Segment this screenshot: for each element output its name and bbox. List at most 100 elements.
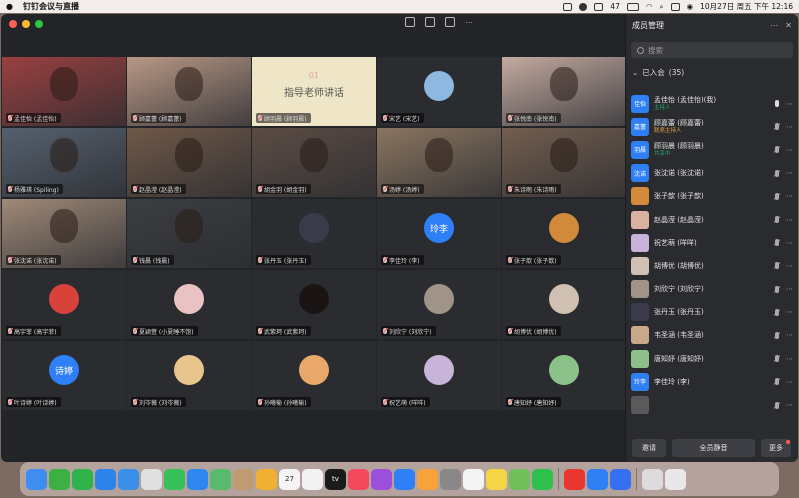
participant-tile[interactable]: 赵晶滢 (赵晶滢) — [127, 128, 251, 197]
member-row[interactable]: 张子歆 (张子歆) ⋯ — [626, 185, 798, 208]
control-icon[interactable] — [579, 2, 588, 11]
participant-tile[interactable]: 朱诗雨 (朱诗雨) — [502, 128, 626, 197]
app-menu-title[interactable]: 钉钉会议与直播 — [23, 1, 79, 12]
mic-muted-icon[interactable] — [775, 401, 779, 409]
more-options-icon[interactable]: ⋯ — [770, 21, 778, 30]
member-row[interactable]: 沈诺 张沈诺 (张沈诺) ⋯ — [626, 162, 798, 185]
screen-record-icon[interactable] — [563, 2, 573, 11]
mic-muted-icon[interactable] — [775, 331, 779, 339]
textedit-icon[interactable] — [463, 468, 484, 490]
member-row[interactable]: 羽晨 顾羽晨 (顾羽晨) 共享中 ⋯ — [626, 138, 798, 161]
member-row[interactable]: ⋯ — [626, 393, 798, 416]
calendar-icon[interactable]: 27 — [279, 468, 300, 490]
mic-muted-icon[interactable] — [775, 192, 779, 200]
member-row[interactable]: 嘉蕾 顾嘉蕾 (顾嘉蕾) 联席主持人 ⋯ — [626, 115, 798, 138]
member-more-icon[interactable]: ⋯ — [786, 192, 793, 200]
member-more-icon[interactable]: ⋯ — [786, 401, 793, 409]
member-more-icon[interactable]: ⋯ — [786, 146, 793, 154]
member-row[interactable]: 张丹玉 (张丹玉) ⋯ — [626, 301, 798, 324]
member-row[interactable]: 赵晶滢 (赵晶滢) ⋯ — [626, 208, 798, 231]
app-store-icon[interactable] — [187, 468, 208, 490]
participant-tile[interactable]: 唐知妤 (唐知妤) — [502, 341, 626, 410]
close-window-button[interactable] — [9, 20, 17, 28]
contacts-icon[interactable] — [233, 468, 254, 490]
music-icon[interactable] — [348, 468, 369, 490]
battery-icon[interactable] — [626, 2, 639, 11]
control-center-icon[interactable] — [670, 2, 680, 11]
zoom-icon[interactable] — [610, 468, 631, 490]
screen-share-icon[interactable] — [405, 17, 415, 27]
reminders-icon[interactable] — [302, 468, 323, 490]
participant-tile[interactable]: 孟佳怡 (孟佳怡) — [2, 57, 126, 126]
clock-datetime[interactable]: 10月27日 周五 下午 12:16 — [700, 1, 793, 12]
settings-icon[interactable] — [440, 468, 461, 490]
safari-icon[interactable] — [95, 468, 116, 490]
member-search-input[interactable]: 搜索 — [631, 42, 793, 58]
participant-tile[interactable]: 01 指导老师讲话 顾羽晨 (顾羽晨) — [252, 57, 376, 126]
invite-button[interactable]: 邀请 — [632, 439, 666, 457]
messages-icon[interactable] — [164, 468, 185, 490]
member-row[interactable]: 佳怡 孟佳怡 (孟佳怡)(我) 主持人 ⋯ — [626, 92, 798, 115]
member-more-icon[interactable]: ⋯ — [786, 355, 793, 363]
participant-tile[interactable]: 胡金羽 (胡金羽) — [252, 128, 376, 197]
participant-tile[interactable]: 胡博优 (胡博优) — [502, 270, 626, 339]
facetime-icon[interactable] — [72, 468, 93, 490]
mic-muted-icon[interactable] — [775, 308, 779, 316]
more-button[interactable]: 更多 — [761, 439, 791, 457]
keynote-icon[interactable] — [394, 468, 415, 490]
member-more-icon[interactable]: ⋯ — [786, 123, 793, 131]
mic-muted-icon[interactable] — [775, 285, 779, 293]
member-more-icon[interactable]: ⋯ — [786, 262, 793, 270]
participant-tile[interactable]: 祝艺萌 (咩咩) — [377, 341, 501, 410]
member-more-icon[interactable]: ⋯ — [786, 169, 793, 177]
pages-icon[interactable] — [417, 468, 438, 490]
podcasts-icon[interactable] — [371, 468, 392, 490]
mic-muted-icon[interactable] — [775, 123, 779, 131]
member-row[interactable]: 祝艺萌 (咩咩) ⋯ — [626, 231, 798, 254]
participant-tile[interactable]: 诗婷 叶诗婷 (叶诗婷) — [2, 341, 126, 410]
member-row[interactable]: 胡博优 (胡博优) ⋯ — [626, 254, 798, 277]
mic-muted-icon[interactable] — [775, 216, 779, 224]
participant-tile[interactable]: 杨雅琪 (Spiling) — [2, 128, 126, 197]
photos-icon[interactable] — [256, 468, 277, 490]
mute-all-button[interactable]: 全员静音 — [672, 439, 755, 457]
close-panel-icon[interactable]: ✕ — [785, 21, 792, 30]
participant-tile[interactable]: 高宇菲 (高宇菲) — [2, 270, 126, 339]
participant-tile[interactable]: 夏颖萱 (小夏睡不饱) — [127, 270, 251, 339]
maps-icon[interactable] — [210, 468, 231, 490]
preview-icon[interactable] — [509, 468, 530, 490]
member-more-icon[interactable]: ⋯ — [786, 285, 793, 293]
participant-tile[interactable]: 宋艺 (宋艺) — [377, 57, 501, 126]
member-more-icon[interactable]: ⋯ — [786, 216, 793, 224]
member-more-icon[interactable]: ⋯ — [786, 239, 793, 247]
mic-muted-icon[interactable] — [775, 239, 779, 247]
notes-icon[interactable] — [486, 468, 507, 490]
trash-icon[interactable] — [665, 468, 686, 490]
siri-icon[interactable]: ◉ — [687, 2, 694, 11]
participant-tile[interactable]: 刘岑薇 (刘岑薇) — [127, 341, 251, 410]
participant-tile[interactable]: 顾嘉蕾 (顾嘉蕾) — [127, 57, 251, 126]
mic-muted-icon[interactable] — [775, 378, 779, 386]
member-row[interactable]: 玲李 李佳玲 (李) ⋯ — [626, 370, 798, 393]
wifi-icon[interactable]: ◠ — [646, 2, 653, 11]
participant-tile[interactable]: 玲李 李佳玲 (李) — [377, 199, 501, 268]
joined-section-header[interactable]: ⌄ 已入会 (35) — [626, 66, 798, 78]
mail-icon[interactable] — [118, 468, 139, 490]
member-row[interactable]: 唐知妤 (唐知妤) ⋯ — [626, 347, 798, 370]
fullscreen-icon[interactable] — [445, 17, 455, 27]
apple-tv-icon[interactable]: tv — [325, 468, 346, 490]
mic-muted-icon[interactable] — [775, 355, 779, 363]
participant-tile[interactable]: 刘欣宁 (刘欣宁) — [377, 270, 501, 339]
more-icon[interactable]: ⋯ — [465, 18, 473, 27]
participant-tile[interactable]: 武紫珂 (武紫珂) — [252, 270, 376, 339]
apple-menu-icon[interactable]: ● — [6, 2, 13, 11]
member-row[interactable]: 韦圣涵 (韦圣涵) ⋯ — [626, 324, 798, 347]
launchpad-icon[interactable] — [141, 468, 162, 490]
downloads-icon[interactable] — [642, 468, 663, 490]
member-more-icon[interactable]: ⋯ — [786, 308, 793, 316]
member-more-icon[interactable]: ⋯ — [786, 378, 793, 386]
mic-muted-icon[interactable] — [775, 169, 779, 177]
participant-tile[interactable]: 张丹玉 (张丹玉) — [252, 199, 376, 268]
participant-tile[interactable]: 钱晨 (钱晨) — [127, 199, 251, 268]
dingtalk-menu-icon[interactable] — [594, 2, 604, 11]
